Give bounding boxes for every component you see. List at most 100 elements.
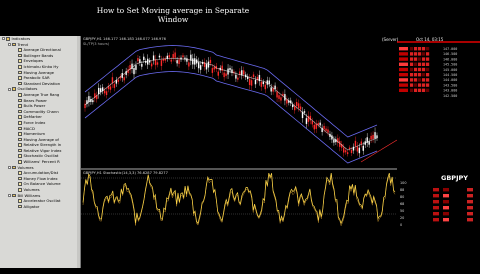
indicator-tree: Indicators Trend Average Directional Bollin… (0, 36, 80, 209)
candle-body (172, 54, 174, 58)
navigator-scrollbar[interactable] (77, 36, 80, 268)
indicator-icon (18, 143, 22, 147)
candle-body (280, 97, 282, 101)
price-level-label: 143.500 (443, 83, 457, 87)
signal-box (433, 212, 439, 216)
candle-body (303, 111, 306, 113)
candle-body (368, 141, 370, 145)
candle-body (305, 118, 308, 124)
candle-body (133, 67, 135, 75)
symbol-badge: GBPJPY (441, 174, 468, 182)
expand-toggle-icon[interactable] (8, 193, 11, 197)
signal-box (467, 212, 473, 216)
candle-body (297, 103, 300, 108)
status-cell (426, 73, 430, 77)
candle-body (274, 85, 276, 89)
status-cell (414, 47, 418, 51)
status-cell (422, 67, 426, 72)
candle-body (229, 67, 231, 71)
expand-toggle-icon[interactable] (2, 37, 5, 41)
expand-toggle-icon[interactable] (8, 42, 11, 46)
info-panel-graphics: 147.000146.500146.000 145.500145.000144.5… (397, 41, 480, 227)
indicator-icon (18, 64, 22, 69)
status-cell (422, 73, 426, 77)
candle-body (264, 84, 266, 90)
price-level-label: 145.500 (443, 63, 457, 67)
candle-body (98, 87, 100, 95)
candle-body (207, 61, 210, 68)
video-title: How to Set Moving average in Separate Wi… (96, 6, 250, 24)
candle-body (147, 58, 149, 65)
status-block (399, 83, 408, 87)
status-cell (422, 88, 426, 92)
indicator-icon (18, 59, 22, 63)
candle-body (268, 80, 270, 84)
window-separator[interactable] (81, 168, 397, 170)
folder-icon (12, 87, 16, 91)
candle-body (237, 77, 239, 80)
candle-body (223, 72, 225, 78)
signal-box (433, 188, 439, 192)
candle-body (358, 147, 361, 154)
navigator-panel[interactable]: Indicators Trend Average Directional Bollin… (0, 36, 81, 268)
status-cell (418, 47, 422, 51)
candle-body (278, 95, 280, 99)
indicator-icon (18, 70, 22, 75)
status-cell (426, 57, 430, 61)
status-cell (414, 62, 418, 66)
expand-toggle-icon[interactable] (8, 87, 11, 91)
status-cell (418, 73, 422, 77)
candle-body (158, 55, 161, 58)
tree-item[interactable]: Alligator (0, 204, 80, 210)
indicator-icon (18, 182, 22, 187)
candle-body (137, 58, 139, 62)
candle-body (311, 120, 314, 125)
signal-box (443, 188, 449, 192)
price-level-label: 145.000 (443, 68, 457, 72)
price-chart[interactable] (81, 36, 417, 270)
indicator-icon (18, 120, 22, 125)
candle-body (235, 74, 237, 79)
oscillator-level-label: 0 (400, 223, 402, 227)
candle-body (160, 60, 163, 66)
price-level-label: 144.000 (443, 78, 457, 82)
signal-box (467, 206, 473, 210)
status-cell (418, 57, 422, 61)
indicator-icon (18, 53, 22, 58)
candle-body (356, 146, 359, 152)
status-cell (410, 67, 414, 72)
price-level-label: 144.500 (443, 73, 457, 77)
tree-item-label: Alligator (23, 203, 40, 209)
status-block (399, 88, 408, 92)
candle-body (92, 100, 94, 103)
indicator-icon (18, 137, 22, 142)
indicator-icon (18, 115, 22, 119)
folder-icon (6, 37, 10, 41)
candle-body (333, 139, 335, 143)
expand-toggle-icon[interactable] (8, 165, 11, 169)
candle-body (243, 70, 245, 75)
candle-body (88, 96, 90, 103)
candle-body (194, 58, 196, 65)
status-cell (422, 47, 426, 51)
candle-body (105, 91, 108, 96)
candle-body (362, 145, 364, 151)
candle-body (270, 87, 272, 92)
status-block (399, 73, 408, 77)
indicator-icon (18, 104, 22, 108)
status-cell (426, 47, 430, 51)
status-block (399, 62, 408, 66)
candle-body (327, 129, 329, 133)
candle-body (293, 106, 296, 111)
indicator-icon (18, 171, 22, 175)
signal-box (467, 188, 473, 192)
oscillator-level-label: 100 (400, 181, 406, 185)
signal-box (467, 218, 473, 222)
status-cell (418, 88, 422, 92)
signal-box (443, 212, 449, 216)
status-cell (410, 83, 414, 87)
status-cell (414, 73, 418, 77)
candle-body (350, 149, 353, 154)
candle-body (176, 60, 178, 64)
upper-envelope-line (84, 45, 378, 138)
